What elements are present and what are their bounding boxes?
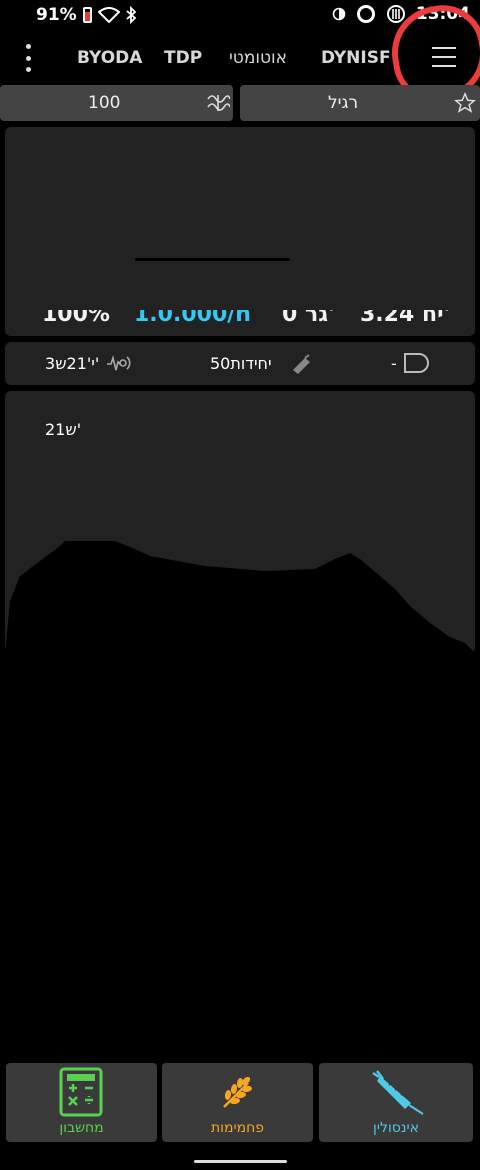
target-button[interactable]: 100 <box>0 85 233 121</box>
redaction-stroke <box>135 258 290 261</box>
syringe-icon <box>372 1070 424 1115</box>
calculator-button[interactable]: מחשבון <box>6 1063 157 1142</box>
bluetooth-icon <box>126 6 136 24</box>
insulin-button[interactable]: אינסולין <box>319 1063 473 1142</box>
target-range-icon <box>207 95 230 111</box>
tab-automatic[interactable]: אוטומטי <box>229 48 287 68</box>
overflow-menu-icon[interactable] <box>20 44 36 72</box>
wheat-icon <box>223 1076 252 1108</box>
calculator-label: מחשבון <box>59 1120 104 1136</box>
device-info-row: - 50יחידות 3י'21ש' <box>5 342 475 385</box>
reservoir-icon <box>293 354 310 374</box>
tab-tdp[interactable]: TDP <box>164 48 202 68</box>
status-left: 91% <box>36 5 136 25</box>
profile-button[interactable]: רגיל <box>240 85 480 121</box>
battery-percent: 91% <box>36 5 77 25</box>
redacted-graph-area <box>5 541 475 653</box>
cannula-icon <box>404 353 429 373</box>
cannula-age: - <box>391 354 397 373</box>
star-icon <box>454 92 476 113</box>
metrics-mask <box>5 290 475 310</box>
tab-dynisf[interactable]: DYNISF <box>321 48 391 68</box>
carbs-label: פחמימות <box>210 1120 265 1136</box>
sensor-signal-icon <box>107 355 131 371</box>
insulin-label: אינסולין <box>373 1120 419 1136</box>
gesture-nav-bar[interactable] <box>194 1160 287 1163</box>
calculator-icon <box>59 1067 103 1117</box>
sync-ring-icon <box>356 5 375 23</box>
reservoir-level: 50יחידות <box>210 354 272 373</box>
wifi-icon <box>97 7 120 23</box>
bg-graph: 21ש' <box>5 391 475 653</box>
contrast-icon <box>332 7 346 21</box>
target-value: 100 <box>88 93 121 113</box>
battery-icon <box>82 7 92 23</box>
profile-name: רגיל <box>328 93 359 113</box>
carbs-button[interactable]: פחמימות <box>162 1063 313 1142</box>
sensor-age: 3י'21ש' <box>45 354 100 373</box>
tab-byoda[interactable]: BYODA <box>77 48 142 68</box>
